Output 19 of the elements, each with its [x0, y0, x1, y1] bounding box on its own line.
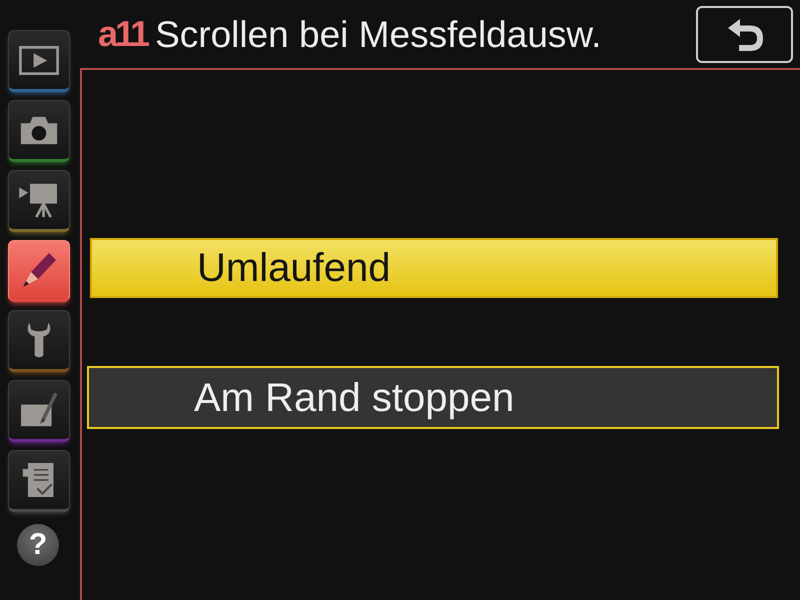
menu-option[interactable]: Umlaufend: [90, 238, 778, 298]
camera-icon: [19, 116, 59, 144]
menu-tab[interactable]: [8, 170, 70, 232]
menu-tab[interactable]: [8, 380, 70, 442]
menu-tab[interactable]: [8, 100, 70, 162]
menu-tab[interactable]: [8, 240, 70, 302]
checklist-icon: [22, 461, 56, 499]
play-icon: [19, 46, 59, 74]
menu-tab[interactable]: [8, 30, 70, 92]
back-button[interactable]: [696, 6, 793, 63]
menu-title: Scrollen bei Messfeldausw.: [155, 16, 602, 52]
wrench-icon: [26, 320, 52, 360]
help-button[interactable]: ?: [17, 524, 59, 566]
menu-tab[interactable]: [8, 450, 70, 512]
menu-option[interactable]: Am Rand stoppen: [87, 366, 779, 429]
movie-camera-icon: [19, 182, 59, 218]
menu-tab[interactable]: [8, 310, 70, 372]
setting-code: a11: [98, 16, 148, 52]
brush-canvas-icon: [19, 392, 59, 428]
